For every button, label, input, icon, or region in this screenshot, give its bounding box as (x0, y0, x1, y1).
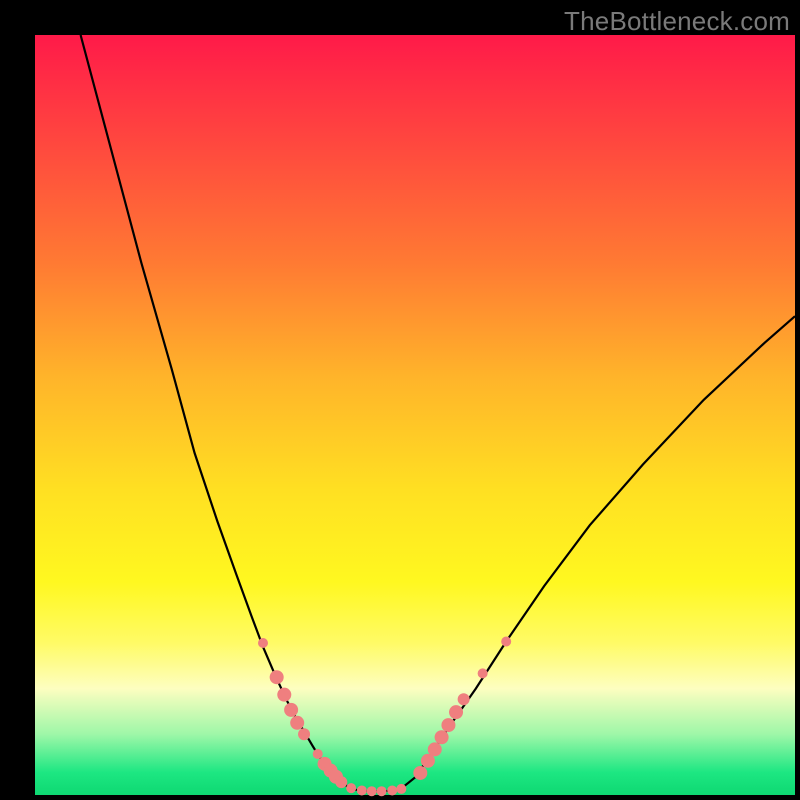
scatter-dot (346, 783, 356, 793)
scatter-dot (478, 668, 488, 678)
scatter-dot (441, 718, 455, 732)
scatter-dot (449, 705, 463, 719)
scatter-dot (357, 785, 367, 795)
scatter-dot (428, 742, 442, 756)
scatter-dot (367, 786, 377, 796)
scatter-dot (377, 786, 387, 796)
scatter-dot (335, 776, 347, 788)
scatter-dot (277, 688, 291, 702)
scatter-dot (396, 784, 406, 794)
scatter-dot (313, 749, 323, 759)
scatter-dot (290, 716, 304, 730)
chart-overlay (35, 35, 795, 795)
scatter-dot (435, 730, 449, 744)
scatter-dot (270, 670, 284, 684)
scatter-dot (387, 785, 397, 795)
scatter-dot (258, 638, 268, 648)
scatter-dot (284, 703, 298, 717)
watermark-text: TheBottleneck.com (564, 6, 790, 37)
scatter-dot (458, 693, 470, 705)
chart-frame: TheBottleneck.com (0, 0, 800, 800)
scatter-dot (298, 728, 310, 740)
scatter-dot (413, 766, 427, 780)
curve-left-branch (81, 35, 355, 790)
scatter-dots (258, 636, 511, 796)
scatter-dot (501, 636, 511, 646)
curve-right-branch (400, 316, 795, 789)
